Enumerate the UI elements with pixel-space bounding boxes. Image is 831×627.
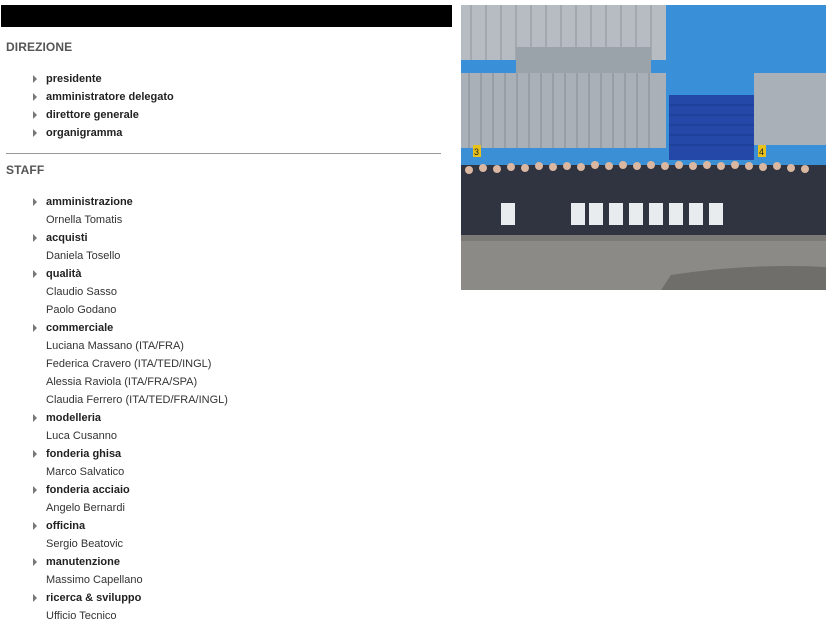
bullet-arrow-icon — [33, 486, 37, 494]
bullet-arrow-icon — [33, 558, 37, 566]
department-link[interactable]: fonderia ghisa — [46, 445, 121, 463]
bullet-arrow-icon — [33, 111, 37, 119]
staff-department-item[interactable]: ricerca & sviluppo — [0, 589, 440, 607]
person-name: Marco Salvatico — [46, 466, 125, 478]
person-name: Alessia Raviola (ITA/FRA/SPA) — [46, 376, 198, 388]
direzione-menu: presidente amministratore delegato diret… — [0, 70, 440, 142]
person-name: Paolo Godano — [46, 304, 117, 316]
department-link[interactable]: qualità — [46, 265, 81, 283]
bullet-arrow-icon — [33, 324, 37, 332]
staff-person-item: Massimo Capellano — [0, 571, 440, 589]
staff-department-item[interactable]: amministrazione — [0, 193, 440, 211]
person-name: Federica Cravero (ITA/TED/INGL) — [46, 358, 212, 370]
staff-department-item[interactable]: fonderia ghisa — [0, 445, 440, 463]
staff-person-item: Marco Salvatico — [0, 463, 440, 481]
staff-person-item: Claudia Ferrero (ITA/TED/FRA/INGL) — [0, 391, 440, 409]
staff-department-item[interactable]: fonderia acciaio — [0, 481, 440, 499]
department-link[interactable]: modelleria — [46, 409, 101, 427]
staff-heading: STAFF — [6, 163, 45, 177]
staff-person-item: Angelo Bernardi — [0, 499, 440, 517]
direzione-item-presidente[interactable]: presidente — [0, 70, 440, 88]
staff-person-item: Daniela Tosello — [0, 247, 440, 265]
bullet-arrow-icon — [33, 75, 37, 83]
person-name: Sergio Beatovic — [46, 538, 124, 550]
staff-department-item[interactable]: modelleria — [0, 409, 440, 427]
bullet-arrow-icon — [33, 414, 37, 422]
door-label-4: 4 — [759, 147, 764, 157]
person-name: Claudio Sasso — [46, 286, 117, 298]
header-bar — [1, 5, 452, 27]
department-link[interactable]: ricerca & sviluppo — [46, 589, 141, 607]
bullet-arrow-icon — [33, 594, 37, 602]
bullet-arrow-icon — [33, 198, 37, 206]
bullet-arrow-icon — [33, 93, 37, 101]
link-label[interactable]: presidente — [46, 70, 102, 88]
person-name: Ufficio Tecnico — [46, 610, 117, 622]
staff-person-item: Luciana Massano (ITA/FRA) — [0, 337, 440, 355]
direzione-item-organigramma[interactable]: organigramma — [0, 124, 440, 142]
staff-person-item: Federica Cravero (ITA/TED/INGL) — [0, 355, 440, 373]
person-name: Luciana Massano (ITA/FRA) — [46, 340, 184, 352]
section-divider — [6, 153, 441, 154]
department-link[interactable]: manutenzione — [46, 553, 120, 571]
staff-person-item: Paolo Godano — [0, 301, 440, 319]
bullet-arrow-icon — [33, 522, 37, 530]
staff-department-item[interactable]: commerciale — [0, 319, 440, 337]
department-link[interactable]: acquisti — [46, 229, 88, 247]
staff-person-item: Sergio Beatovic — [0, 535, 440, 553]
bullet-arrow-icon — [33, 234, 37, 242]
staff-menu: amministrazione Ornella Tomatis acquisti Da… — [0, 193, 440, 625]
person-name: Ornella Tomatis — [46, 214, 123, 226]
staff-department-item[interactable]: qualità — [0, 265, 440, 283]
door-label-3: 3 — [474, 147, 479, 157]
person-name: Daniela Tosello — [46, 250, 121, 262]
person-name: Angelo Bernardi — [46, 502, 125, 514]
department-link[interactable]: commerciale — [46, 319, 113, 337]
staff-department-item[interactable]: officina — [0, 517, 440, 535]
staff-person-item: Ornella Tomatis — [0, 211, 440, 229]
direzione-item-amministratore-delegato[interactable]: amministratore delegato — [0, 88, 440, 106]
bullet-arrow-icon — [33, 450, 37, 458]
staff-department-item[interactable]: acquisti — [0, 229, 440, 247]
department-link[interactable]: amministrazione — [46, 193, 133, 211]
staff-person-item: Luca Cusanno — [0, 427, 440, 445]
bullet-arrow-icon — [33, 129, 37, 137]
bullet-arrow-icon — [33, 270, 37, 278]
team-photo: 3 4 — [461, 5, 826, 290]
staff-department-item[interactable]: manutenzione — [0, 553, 440, 571]
direzione-item-direttore-generale[interactable]: direttore generale — [0, 106, 440, 124]
department-link[interactable]: officina — [46, 517, 85, 535]
staff-person-item: Claudio Sasso — [0, 283, 440, 301]
direzione-heading: DIREZIONE — [6, 40, 73, 54]
link-label[interactable]: organigramma — [46, 124, 122, 142]
person-name: Luca Cusanno — [46, 430, 117, 442]
staff-person-item: Alessia Raviola (ITA/FRA/SPA) — [0, 373, 440, 391]
link-label[interactable]: direttore generale — [46, 106, 139, 124]
person-name: Claudia Ferrero (ITA/TED/FRA/INGL) — [46, 394, 228, 406]
department-link[interactable]: fonderia acciaio — [46, 481, 130, 499]
staff-person-item: Ufficio Tecnico — [0, 607, 440, 625]
link-label[interactable]: amministratore delegato — [46, 88, 174, 106]
person-name: Massimo Capellano — [46, 574, 143, 586]
